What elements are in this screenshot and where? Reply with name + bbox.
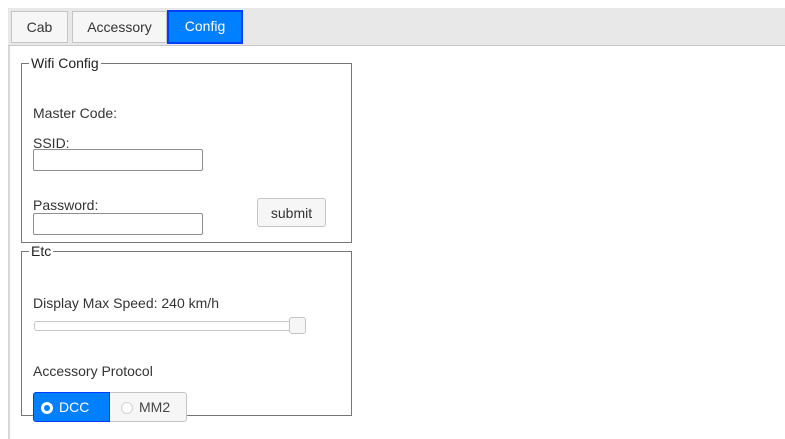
password-label: Password:: [33, 197, 99, 213]
etc-legend: Etc: [31, 243, 52, 259]
max-speed-label: Display Max Speed: 240 km/h: [33, 295, 219, 311]
protocol-radio-group: DCC MM2: [33, 392, 188, 422]
content-left-border: [8, 46, 10, 439]
config-page: Cab Accessory Config Wifi Config Master …: [0, 0, 785, 439]
tab-bar: Cab Accessory Config: [8, 8, 785, 46]
slider-handle[interactable]: [289, 317, 306, 334]
ssid-input[interactable]: [33, 149, 203, 171]
tab-cab[interactable]: Cab: [11, 11, 68, 43]
wifi-config-legend: Wifi Config: [31, 55, 99, 71]
max-speed-slider[interactable]: [34, 317, 306, 334]
wifi-config-group: Wifi Config Master Code: SSID: Password:…: [21, 55, 352, 243]
protocol-option-dcc-label: DCC: [59, 399, 90, 415]
radio-unselected-icon: [121, 402, 133, 414]
master-code-label: Master Code:: [33, 105, 118, 121]
accessory-protocol-label: Accessory Protocol: [33, 363, 153, 379]
password-input[interactable]: [33, 213, 203, 235]
tab-config[interactable]: Config: [167, 10, 243, 44]
protocol-option-mm2[interactable]: MM2: [110, 392, 187, 422]
etc-group: Etc Display Max Speed: 240 km/h Accessor…: [21, 243, 352, 422]
radio-selected-icon: [41, 402, 53, 414]
tab-accessory[interactable]: Accessory: [72, 11, 167, 43]
protocol-option-dcc[interactable]: DCC: [33, 392, 110, 422]
submit-button[interactable]: submit: [257, 198, 326, 227]
protocol-option-mm2-label: MM2: [139, 399, 171, 415]
